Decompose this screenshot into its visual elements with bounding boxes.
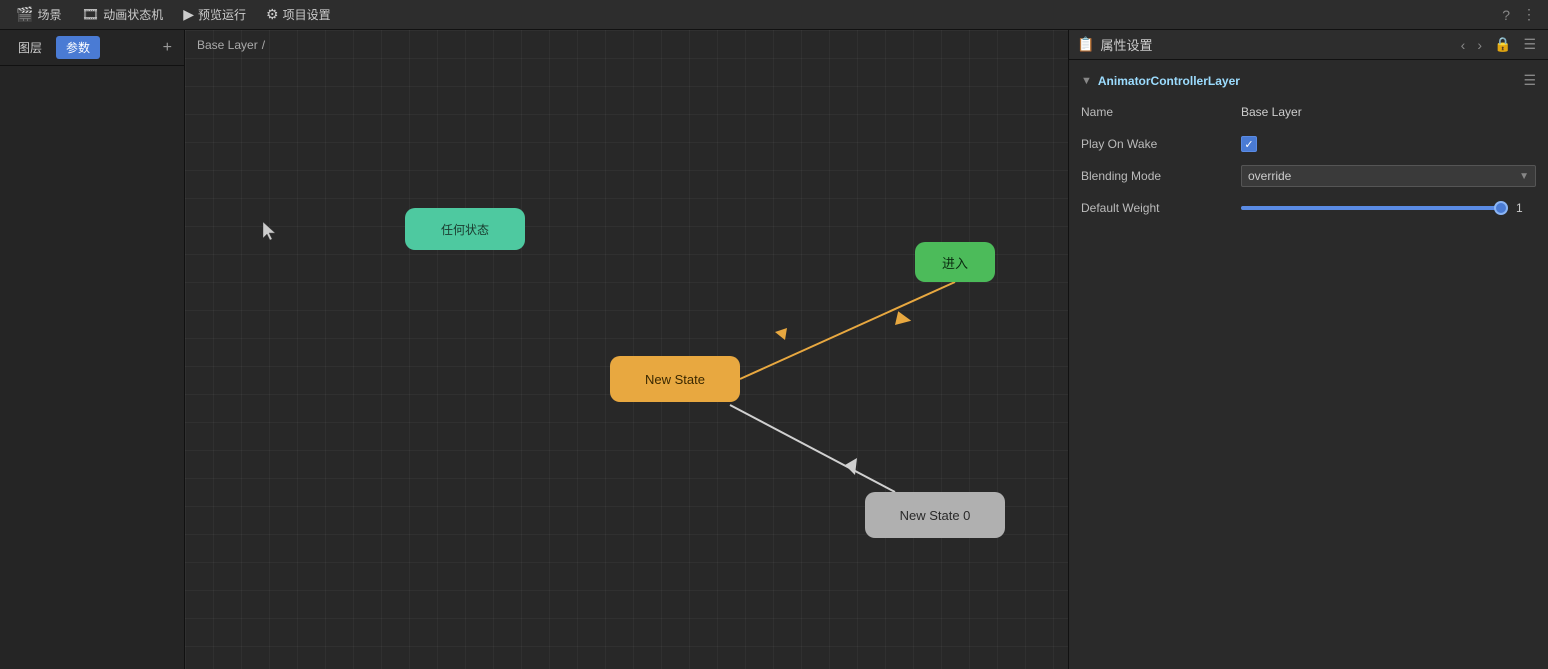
breadcrumb: Base Layer / bbox=[197, 38, 265, 52]
blending-mode-value: override ▼ bbox=[1241, 165, 1536, 187]
menu-preview-label: 预览运行 bbox=[198, 6, 246, 23]
left-panel: 图层 参数 + bbox=[0, 30, 185, 669]
left-panel-tabs: 图层 参数 + bbox=[0, 30, 184, 66]
menubar-more-button[interactable]: ⋮ bbox=[1518, 4, 1540, 25]
node-any-state[interactable]: 任何状态 bbox=[405, 208, 525, 250]
blending-mode-label: Blending Mode bbox=[1081, 169, 1241, 183]
default-weight-slider-container: 1 bbox=[1241, 201, 1536, 215]
nav-back-button[interactable]: ‹ bbox=[1457, 34, 1470, 55]
right-panel-content: ▼ AnimatorControllerLayer ☰ Name Base La… bbox=[1069, 60, 1548, 241]
prop-row-blending-mode: Blending Mode override ▼ bbox=[1081, 165, 1536, 187]
settings-icon: ⚙ bbox=[266, 6, 279, 23]
menu-project-settings-label: 项目设置 bbox=[283, 6, 331, 23]
section-title: AnimatorControllerLayer bbox=[1098, 74, 1240, 88]
tab-layers[interactable]: 图层 bbox=[8, 36, 52, 59]
name-label: Name bbox=[1081, 105, 1241, 119]
play-on-wake-checkbox[interactable] bbox=[1241, 136, 1257, 152]
node-any-state-label: 任何状态 bbox=[441, 221, 489, 238]
arrows-svg bbox=[185, 30, 1068, 669]
animator-icon: 🎞 bbox=[81, 6, 99, 23]
right-panel-header: 📋 属性设置 ‹ › 🔒 ☰ bbox=[1069, 30, 1548, 60]
menu-animator-label: 动画状态机 bbox=[103, 6, 163, 23]
play-on-wake-label: Play On Wake bbox=[1081, 137, 1241, 151]
header-actions: ‹ › 🔒 ☰ bbox=[1457, 34, 1540, 55]
menu-animator[interactable]: 🎞 动画状态机 bbox=[73, 4, 171, 25]
section-header: ▼ AnimatorControllerLayer ☰ bbox=[1081, 72, 1536, 89]
panel-icon: 📋 bbox=[1077, 36, 1094, 53]
menu-project-settings[interactable]: ⚙ 项目设置 bbox=[258, 4, 339, 25]
chevron-down-icon: ▼ bbox=[1519, 171, 1529, 182]
help-button[interactable]: ? bbox=[1498, 5, 1514, 25]
node-new-state-label: New State bbox=[645, 372, 705, 387]
main-layout: 图层 参数 + Base Layer / 任何状态 bbox=[0, 30, 1548, 669]
blending-mode-select[interactable]: override ▼ bbox=[1241, 165, 1536, 187]
tab-params[interactable]: 参数 bbox=[56, 36, 100, 59]
prop-row-name: Name Base Layer bbox=[1081, 101, 1536, 123]
lock-button[interactable]: 🔒 bbox=[1490, 34, 1515, 55]
node-enter-label: 进入 bbox=[942, 253, 968, 272]
menu-scene-label: 场景 bbox=[37, 6, 61, 23]
add-param-button[interactable]: + bbox=[159, 40, 176, 56]
default-weight-label: Default Weight bbox=[1081, 201, 1241, 215]
breadcrumb-separator: / bbox=[262, 38, 265, 52]
node-new-state-0[interactable]: New State 0 bbox=[865, 492, 1005, 538]
prop-row-play-on-wake: Play On Wake bbox=[1081, 133, 1536, 155]
canvas-area[interactable]: Base Layer / 任何状态 进入 New State bbox=[185, 30, 1068, 669]
cursor bbox=[263, 222, 275, 240]
section-collapse-icon[interactable]: ▼ bbox=[1081, 75, 1092, 87]
node-new-state[interactable]: New State bbox=[610, 356, 740, 402]
right-panel-more-button[interactable]: ☰ bbox=[1519, 34, 1540, 55]
panel-title: 属性设置 bbox=[1100, 35, 1456, 54]
default-weight-slider-track[interactable] bbox=[1241, 206, 1508, 210]
menubar: 🎬 场景 🎞 动画状态机 ▶ 预览运行 ⚙ 项目设置 ? ⋮ bbox=[0, 0, 1548, 30]
node-new-state-0-label: New State 0 bbox=[900, 508, 971, 523]
menu-preview[interactable]: ▶ 预览运行 bbox=[175, 4, 254, 25]
name-value: Base Layer bbox=[1241, 105, 1536, 119]
play-on-wake-value bbox=[1241, 136, 1536, 152]
default-weight-value: 1 bbox=[1241, 201, 1536, 215]
right-panel: 📋 属性设置 ‹ › 🔒 ☰ ▼ AnimatorControllerLayer… bbox=[1068, 30, 1548, 669]
default-weight-slider-fill bbox=[1241, 206, 1508, 210]
nav-forward-button[interactable]: › bbox=[1473, 34, 1486, 55]
preview-icon: ▶ bbox=[183, 6, 194, 23]
node-enter[interactable]: 进入 bbox=[915, 242, 995, 282]
prop-row-default-weight: Default Weight 1 bbox=[1081, 197, 1536, 219]
default-weight-slider-thumb[interactable] bbox=[1494, 201, 1508, 215]
breadcrumb-layer[interactable]: Base Layer bbox=[197, 38, 258, 52]
scene-icon: 🎬 bbox=[16, 6, 33, 23]
menu-scene[interactable]: 🎬 场景 bbox=[8, 4, 69, 25]
default-weight-number: 1 bbox=[1516, 201, 1536, 215]
section-menu-icon[interactable]: ☰ bbox=[1523, 72, 1536, 89]
